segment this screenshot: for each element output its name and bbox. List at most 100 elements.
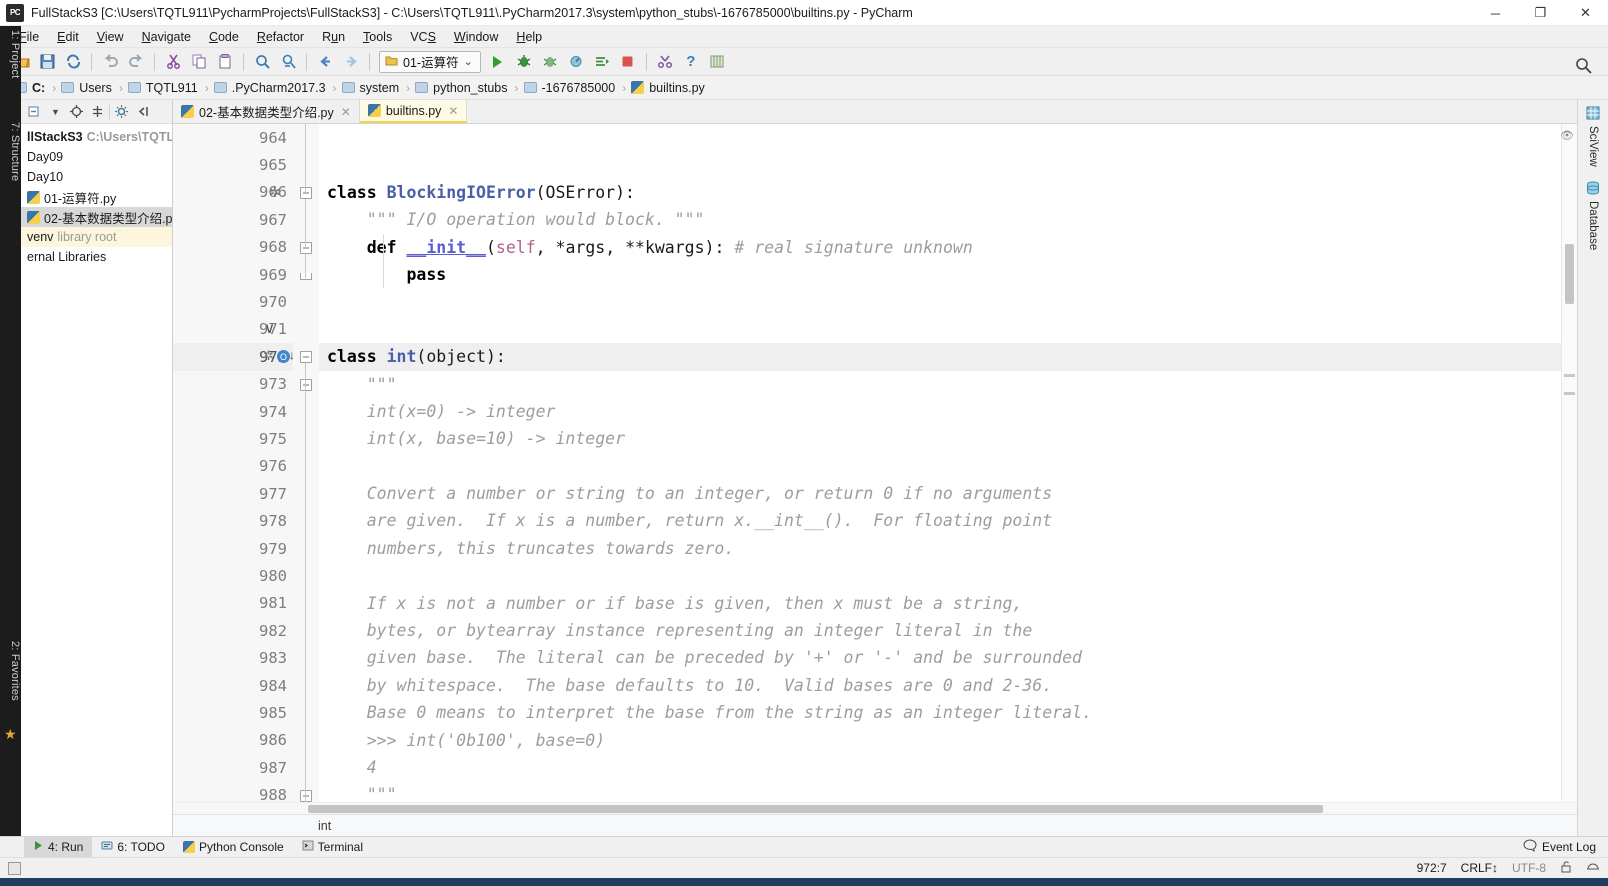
tree-item-external-libraries[interactable]: ernal Libraries <box>21 247 172 267</box>
breadcrumb-item-system[interactable]: system <box>338 79 406 97</box>
help-icon[interactable]: ? <box>678 50 704 74</box>
code-line[interactable] <box>327 151 1561 178</box>
code-line[interactable]: """ I/O operation would block. """ <box>327 206 1561 233</box>
save-all-icon[interactable] <box>34 50 60 74</box>
settings-icon[interactable] <box>652 50 678 74</box>
horizontal-scrollbar[interactable] <box>173 802 1577 814</box>
tool-button-favorites[interactable]: 2: Favorites <box>0 641 21 701</box>
search-everywhere-icon[interactable] <box>1570 53 1596 77</box>
line-number[interactable]: 983 <box>173 644 293 671</box>
fold-collapse-icon[interactable]: ∨ <box>264 322 275 336</box>
copy-icon[interactable] <box>186 50 212 74</box>
code-line[interactable]: """ <box>327 781 1561 802</box>
code-line[interactable] <box>327 316 1561 343</box>
line-number[interactable]: 985 <box>173 699 293 726</box>
menu-tools[interactable]: Tools <box>354 28 401 46</box>
menu-edit[interactable]: Edit <box>48 28 88 46</box>
line-number-gutter[interactable]: 964965966✲967968969970971∨972✲O↓97397497… <box>173 124 293 802</box>
bottom-tab-todo[interactable]: 6: TODO <box>92 837 174 858</box>
tool-button-project[interactable]: 1: Project <box>0 30 21 78</box>
fold-region-end-icon[interactable] <box>300 273 312 280</box>
minimize-button[interactable]: ─ <box>1473 0 1518 26</box>
menu-run[interactable]: Run <box>313 28 354 46</box>
code-line[interactable]: Convert a number or string to an integer… <box>327 480 1561 507</box>
back-icon[interactable] <box>312 50 338 74</box>
override-marker-icon[interactable]: ✲ <box>263 349 274 363</box>
close-icon[interactable]: ✕ <box>448 104 458 118</box>
menu-code[interactable]: Code <box>200 28 248 46</box>
fold-region-start-icon[interactable] <box>300 790 312 802</box>
line-number[interactable]: 974 <box>173 398 293 425</box>
editor-tab-builtins[interactable]: builtins.py ✕ <box>360 100 468 123</box>
code-line[interactable]: by whitespace. The base defaults to 10. … <box>327 672 1561 699</box>
marker-scrollbar-column[interactable]: 👁 <box>1561 124 1577 802</box>
line-number[interactable]: 975 <box>173 425 293 452</box>
favorites-star-icon[interactable]: ★ <box>4 726 17 743</box>
line-number[interactable]: 972 <box>173 343 293 370</box>
line-number[interactable]: 980 <box>173 562 293 589</box>
caret-position[interactable]: 972:7 <box>1417 861 1447 875</box>
tool-button-sciview[interactable]: SciView <box>1578 100 1608 167</box>
breadcrumb-item-tqtl911[interactable]: TQTL911 <box>124 79 204 97</box>
find-icon[interactable] <box>249 50 275 74</box>
menu-refactor[interactable]: Refactor <box>248 28 313 46</box>
tree-item-venv[interactable]: venv library root <box>21 227 172 247</box>
code-editor[interactable]: 964965966✲967968969970971∨972✲O↓97397497… <box>173 124 1577 802</box>
vertical-scrollbar-thumb[interactable] <box>1565 244 1574 304</box>
code-line[interactable]: bytes, or bytearray instance representin… <box>327 617 1561 644</box>
breadcrumb-item-pycharm2017[interactable]: .PyCharm2017.3 <box>210 79 332 97</box>
tool-button-structure[interactable]: 7: Structure <box>0 122 21 181</box>
replace-icon[interactable] <box>275 50 301 74</box>
code-line[interactable]: def __init__(self, *args, **kwargs): # r… <box>327 234 1561 261</box>
fold-region-start-icon[interactable] <box>300 379 312 391</box>
code-line[interactable]: numbers, this truncates towards zero. <box>327 535 1561 562</box>
line-number[interactable]: 986 <box>173 727 293 754</box>
profile-icon[interactable] <box>563 50 589 74</box>
code-line[interactable]: Base 0 means to interpret the base from … <box>327 699 1561 726</box>
expand-collapse-icon[interactable] <box>88 102 107 121</box>
line-number[interactable]: 981 <box>173 590 293 617</box>
hector-icon[interactable] <box>1586 860 1600 876</box>
eye-icon[interactable]: 👁 <box>1560 129 1574 142</box>
code-line[interactable]: are given. If x is a number, return x.__… <box>327 507 1561 534</box>
line-number[interactable]: 982 <box>173 617 293 644</box>
line-number[interactable]: 978 <box>173 507 293 534</box>
chevron-down-icon[interactable]: ⌄ <box>464 55 473 68</box>
file-encoding[interactable]: UTF-8 <box>1512 861 1546 875</box>
line-number[interactable]: 977 <box>173 480 293 507</box>
override-marker-icon[interactable]: ✲ <box>269 185 281 199</box>
tool-button-database[interactable]: Database <box>1578 167 1608 250</box>
line-number[interactable]: 984 <box>173 672 293 699</box>
code-line[interactable]: 4 <box>327 754 1561 781</box>
run-with-console-icon[interactable] <box>589 50 615 74</box>
bottom-tab-run[interactable]: 4: Run <box>24 837 92 858</box>
line-number[interactable]: 987 <box>173 754 293 781</box>
run-configuration-selector[interactable]: 01-运算符 ⌄ <box>379 51 481 73</box>
menu-navigate[interactable]: Navigate <box>133 28 200 46</box>
code-line[interactable] <box>327 453 1561 480</box>
fold-region-start-icon[interactable] <box>300 351 312 363</box>
close-icon[interactable]: ✕ <box>341 105 351 119</box>
cut-icon[interactable] <box>160 50 186 74</box>
menu-window[interactable]: Window <box>445 28 507 46</box>
editor-breadcrumb[interactable]: int <box>173 814 1577 836</box>
code-text[interactable]: class BlockingIOError(OSError): """ I/O … <box>319 124 1561 802</box>
breadcrumb-item-stub-folder[interactable]: -1676785000 <box>520 79 622 97</box>
bottom-tab-terminal[interactable]: Terminal <box>293 837 372 858</box>
code-line[interactable]: int(x, base=10) -> integer <box>327 425 1561 452</box>
code-folding-column[interactable] <box>293 124 319 802</box>
breadcrumb-item-builtins-py[interactable]: builtins.py <box>627 79 711 97</box>
code-line[interactable]: """ <box>327 371 1561 398</box>
menu-help[interactable]: Help <box>507 28 551 46</box>
line-number[interactable]: 973 <box>173 371 293 398</box>
hide-panel-icon[interactable] <box>133 102 152 121</box>
paste-icon[interactable] <box>212 50 238 74</box>
unlock-icon[interactable] <box>1560 860 1572 876</box>
code-line[interactable]: >>> int('0b100', base=0) <box>327 727 1561 754</box>
menu-view[interactable]: View <box>88 28 133 46</box>
code-line[interactable] <box>327 124 1561 151</box>
line-number[interactable]: 979 <box>173 535 293 562</box>
maximize-button[interactable]: ❐ <box>1518 0 1563 26</box>
undo-icon[interactable] <box>97 50 123 74</box>
stop-icon[interactable] <box>615 50 641 74</box>
